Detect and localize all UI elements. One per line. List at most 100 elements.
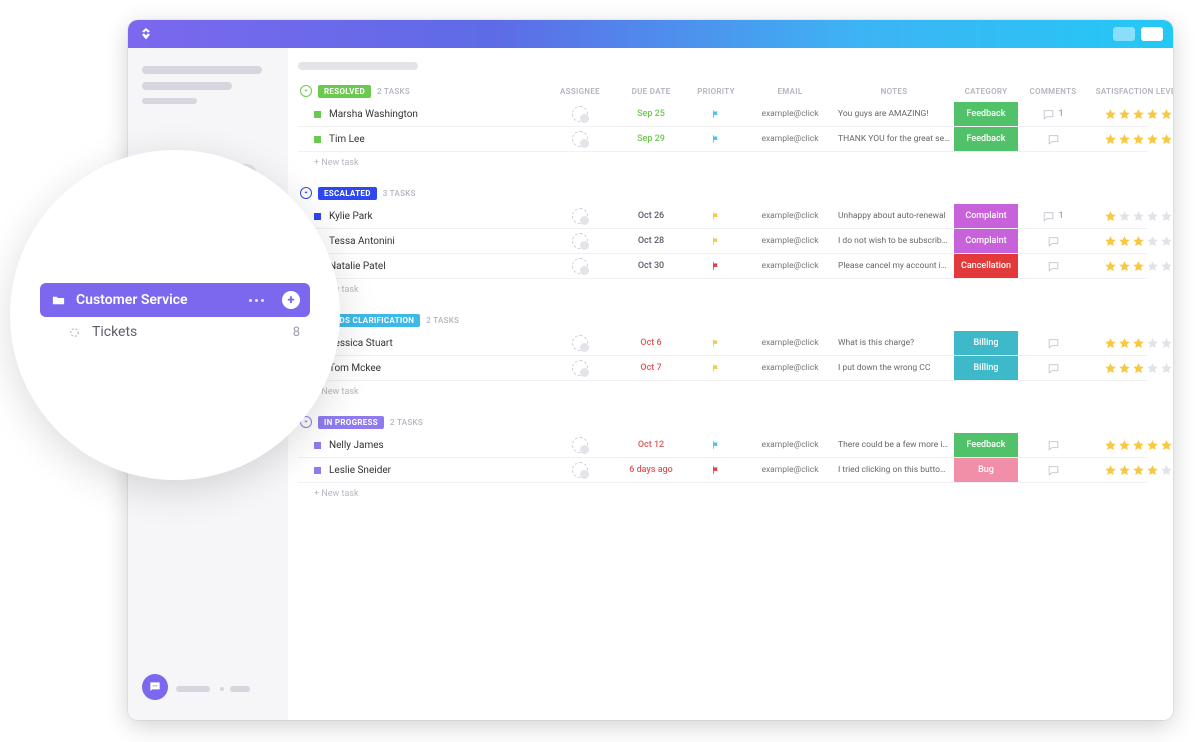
- category-chip[interactable]: Complaint: [954, 229, 1018, 253]
- due-date[interactable]: Oct 7: [616, 363, 686, 373]
- title-bar: [128, 20, 1173, 48]
- category-chip[interactable]: Feedback: [954, 127, 1018, 151]
- category-chip[interactable]: Cancellation: [954, 254, 1018, 278]
- comments-cell[interactable]: [1018, 260, 1088, 273]
- add-button[interactable]: +: [282, 291, 300, 309]
- category-chip[interactable]: Feedback: [954, 433, 1018, 457]
- assignee-avatar[interactable]: [572, 106, 588, 122]
- satisfaction-stars[interactable]: [1088, 108, 1173, 121]
- task-row[interactable]: Nelly James Oct 12 example@click There c…: [298, 433, 1147, 458]
- sidebar-item-label: Customer Service: [76, 292, 188, 308]
- task-name: Tom Mckee: [329, 363, 381, 374]
- task-name: Marsha Washington: [329, 109, 418, 120]
- due-date[interactable]: 6 days ago: [616, 465, 686, 475]
- placeholder: [142, 82, 232, 90]
- due-date[interactable]: Oct 26: [616, 211, 686, 221]
- task-row[interactable]: Natalie Patel Oct 30 example@click Pleas…: [298, 254, 1147, 279]
- satisfaction-stars[interactable]: [1088, 337, 1173, 350]
- header-slot[interactable]: [1113, 27, 1135, 41]
- sidebar-item-tickets[interactable]: Tickets 8: [40, 317, 310, 347]
- priority-flag[interactable]: [686, 134, 746, 144]
- comments-cell[interactable]: [1018, 133, 1088, 146]
- task-row[interactable]: Tim Lee Sep 29 example@click THANK YOU f…: [298, 127, 1147, 152]
- satisfaction-stars[interactable]: [1088, 133, 1173, 146]
- satisfaction-stars[interactable]: [1088, 439, 1173, 452]
- folder-icon: [50, 292, 66, 308]
- task-row[interactable]: Leslie Sneider 6 days ago example@click …: [298, 458, 1147, 483]
- comments-cell[interactable]: [1018, 464, 1088, 477]
- task-row[interactable]: Kylie Park Oct 26 example@click Unhappy …: [298, 204, 1147, 229]
- task-count: 3 TASKS: [383, 189, 416, 198]
- col-satisfaction: SATISFACTION LEVEL: [1088, 87, 1173, 96]
- task-row[interactable]: Tom Mckee Oct 7 example@click I put down…: [298, 356, 1147, 381]
- priority-flag[interactable]: [686, 338, 746, 348]
- category-chip[interactable]: Billing: [954, 356, 1018, 380]
- task-row[interactable]: Tessa Antonini Oct 28 example@click I do…: [298, 229, 1147, 254]
- satisfaction-stars[interactable]: [1088, 260, 1173, 273]
- placeholder: [142, 98, 197, 104]
- email-cell: example@click: [746, 109, 834, 119]
- more-icon[interactable]: [249, 299, 264, 302]
- new-task-button[interactable]: + New task: [298, 279, 1147, 309]
- assignee-avatar[interactable]: [572, 335, 588, 351]
- status-square-icon: [314, 467, 321, 474]
- priority-flag[interactable]: [686, 236, 746, 246]
- task-row[interactable]: Marsha Washington Sep 25 example@click Y…: [298, 102, 1147, 127]
- due-date[interactable]: Oct 30: [616, 261, 686, 271]
- sidebar-item-customer-service[interactable]: Customer Service +: [40, 283, 310, 317]
- assignee-avatar[interactable]: [572, 360, 588, 376]
- notes-cell: There could be a few more i…: [834, 440, 954, 450]
- col-category: CATEGORY: [954, 87, 1018, 96]
- task-row[interactable]: Jessica Stuart Oct 6 example@click What …: [298, 331, 1147, 356]
- priority-flag[interactable]: [686, 261, 746, 271]
- due-date[interactable]: Sep 29: [616, 134, 686, 144]
- new-task-button[interactable]: + New task: [298, 381, 1147, 411]
- due-date[interactable]: Oct 28: [616, 236, 686, 246]
- comments-cell[interactable]: 1: [1018, 210, 1088, 223]
- sidebar-item-label: Tickets: [92, 324, 137, 340]
- comments-cell[interactable]: 1: [1018, 108, 1088, 121]
- category-chip[interactable]: Feedback: [954, 102, 1018, 126]
- status-square-icon: [314, 136, 321, 143]
- satisfaction-stars[interactable]: [1088, 464, 1173, 477]
- category-chip[interactable]: Complaint: [954, 204, 1018, 228]
- collapse-toggle[interactable]: [300, 85, 312, 97]
- due-date[interactable]: Oct 6: [616, 338, 686, 348]
- new-task-button[interactable]: + New task: [298, 152, 1147, 182]
- status-pill[interactable]: ESCALATED: [318, 187, 377, 200]
- collapse-toggle[interactable]: [300, 187, 312, 199]
- notes-cell: I tried clicking on this button…: [834, 465, 954, 475]
- comments-cell[interactable]: [1018, 439, 1088, 452]
- category-chip[interactable]: Bug: [954, 458, 1018, 482]
- satisfaction-stars[interactable]: [1088, 362, 1173, 375]
- assignee-avatar[interactable]: [572, 131, 588, 147]
- priority-flag[interactable]: [686, 440, 746, 450]
- comments-cell[interactable]: [1018, 362, 1088, 375]
- col-notes: NOTES: [834, 87, 954, 96]
- due-date[interactable]: Oct 12: [616, 440, 686, 450]
- header-slot[interactable]: [1141, 27, 1163, 41]
- new-task-button[interactable]: + New task: [298, 483, 1147, 513]
- assignee-avatar[interactable]: [572, 258, 588, 274]
- comments-cell[interactable]: [1018, 337, 1088, 350]
- priority-flag[interactable]: [686, 109, 746, 119]
- task-count: 2 TASKS: [390, 418, 423, 427]
- chat-button[interactable]: [142, 674, 168, 700]
- assignee-avatar[interactable]: [572, 462, 588, 478]
- task-name: Nelly James: [329, 440, 384, 451]
- satisfaction-stars[interactable]: [1088, 210, 1173, 223]
- satisfaction-stars[interactable]: [1088, 235, 1173, 248]
- email-cell: example@click: [746, 236, 834, 246]
- assignee-avatar[interactable]: [572, 208, 588, 224]
- status-pill[interactable]: RESOLVED: [318, 85, 371, 98]
- priority-flag[interactable]: [686, 465, 746, 475]
- assignee-avatar[interactable]: [572, 437, 588, 453]
- priority-flag[interactable]: [686, 211, 746, 221]
- assignee-avatar[interactable]: [572, 233, 588, 249]
- comments-cell[interactable]: [1018, 235, 1088, 248]
- task-name: Kylie Park: [329, 211, 373, 222]
- due-date[interactable]: Sep 25: [616, 109, 686, 119]
- priority-flag[interactable]: [686, 363, 746, 373]
- category-chip[interactable]: Billing: [954, 331, 1018, 355]
- status-pill[interactable]: IN PROGRESS: [318, 416, 384, 429]
